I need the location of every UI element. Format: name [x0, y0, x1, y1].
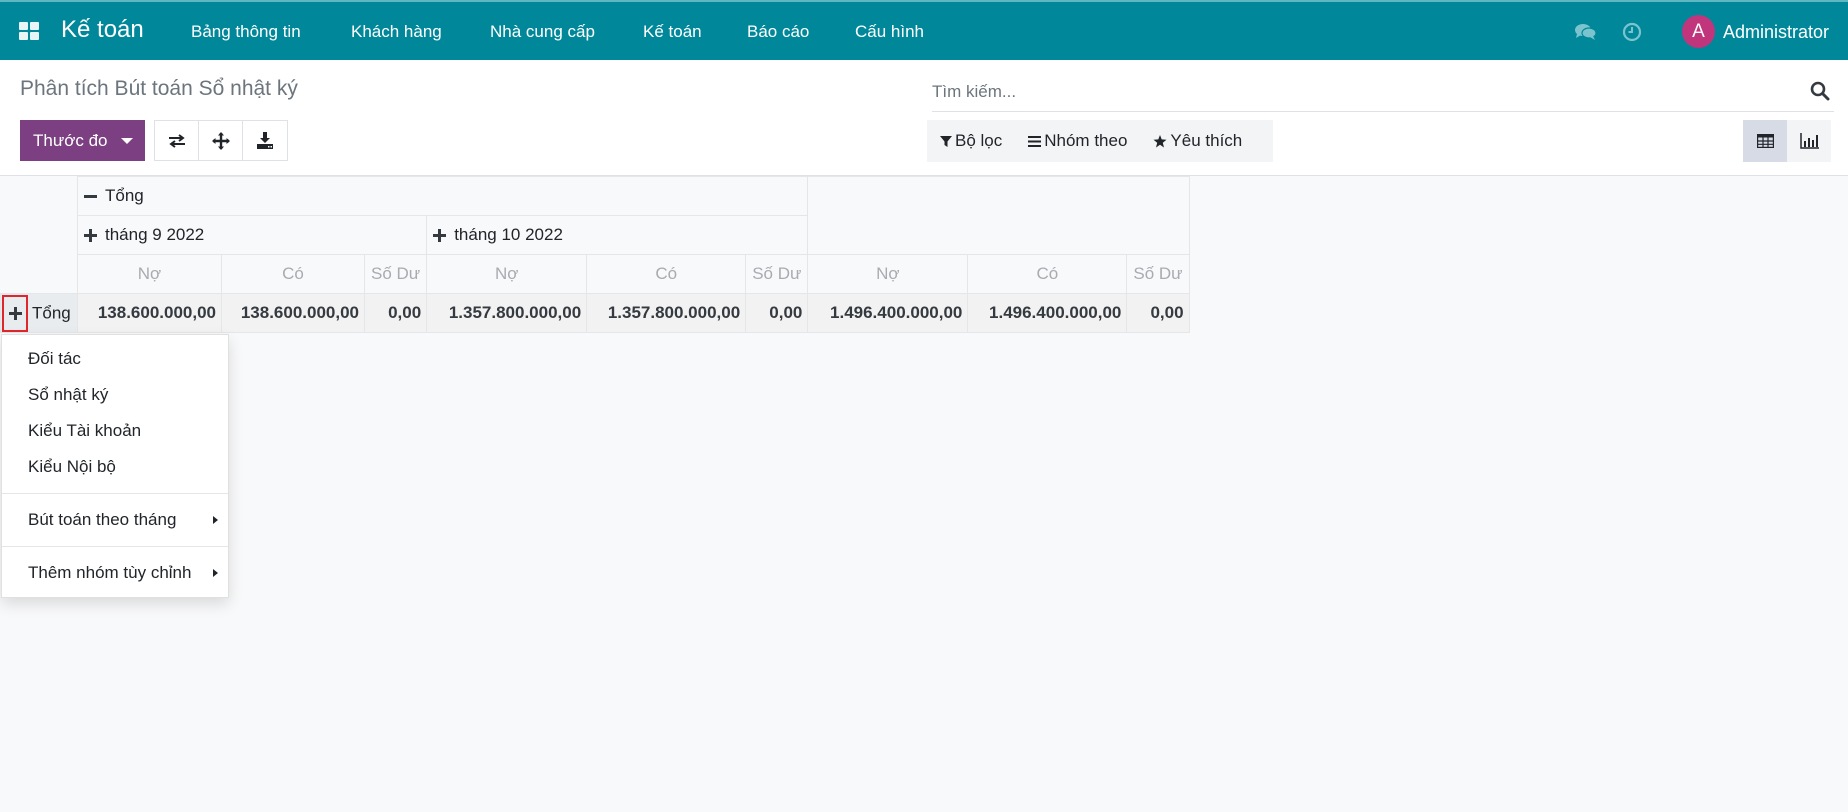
cell-value[interactable]: 138.600.000,00 — [77, 293, 222, 333]
groupby-submenu-custom-label: Thêm nhóm tùy chỉnh — [28, 563, 192, 582]
cell-value[interactable]: 1.496.400.000,00 — [807, 293, 969, 333]
flip-axis-button[interactable] — [155, 121, 199, 160]
groupby-submenu-custom[interactable]: Thêm nhóm tùy chỉnh — [2, 555, 228, 591]
measure-header-credit[interactable]: Có — [967, 254, 1128, 294]
view-switcher — [1743, 120, 1831, 162]
groupby-option-journal[interactable]: Sổ nhật ký — [2, 377, 228, 413]
search-options: Bộ lọc Nhóm theo Yêu thích — [927, 120, 1273, 162]
row-header-label: Tổng — [32, 303, 71, 322]
nav-item-accounting[interactable]: Kế toán — [643, 22, 702, 42]
pivot-tools — [154, 120, 288, 161]
control-panel: Phân tích Bút toán Sổ nhật ký Thước đo T… — [0, 60, 1848, 176]
bar-chart-icon — [1799, 133, 1819, 149]
col-header-month[interactable]: tháng 10 2022 — [426, 215, 809, 255]
user-avatar[interactable]: A — [1682, 15, 1715, 48]
cell-value[interactable]: 1.357.800.000,00 — [426, 293, 588, 333]
top-navbar: Kế toán Bảng thông tin Khách hàng Nhà cu… — [0, 0, 1848, 60]
measure-header-debit[interactable]: Nợ — [807, 254, 969, 294]
expand-all-icon — [211, 131, 230, 150]
filter-dropdown[interactable]: Bộ lọc — [940, 131, 1002, 151]
table-row: Tổng 138.600.000,00 138.600.000,00 0,00 … — [0, 293, 1190, 333]
search-bar — [932, 72, 1834, 112]
pivot-table: Tổng tháng 9 2022 tháng 10 2022 Nợ Có Số… — [0, 176, 1190, 333]
flip-axis-icon — [168, 133, 185, 148]
nav-item-customers[interactable]: Khách hàng — [351, 22, 442, 42]
page-title: Phân tích Bút toán Sổ nhật ký — [20, 77, 298, 100]
cell-value[interactable]: 1.357.800.000,00 — [586, 293, 747, 333]
filter-icon — [940, 135, 952, 147]
total-col-header — [807, 176, 1190, 255]
groupby-option-account-type[interactable]: Kiểu Tài khoản — [2, 413, 228, 449]
groupby-dropdown[interactable]: Nhóm theo — [1028, 131, 1127, 151]
graph-view-button[interactable] — [1787, 120, 1831, 162]
row-expand-toggle[interactable] — [2, 294, 28, 332]
caret-right-icon — [213, 569, 218, 577]
search-input[interactable] — [932, 78, 1792, 106]
cell-value[interactable]: 1.496.400.000,00 — [967, 293, 1128, 333]
measures-dropdown-button[interactable]: Thước đo — [20, 120, 145, 161]
minus-icon — [84, 195, 97, 199]
groupby-label: Nhóm theo — [1044, 131, 1128, 150]
groupby-menu: Đối tác Sổ nhật ký Kiểu Tài khoản Kiểu N… — [1, 334, 229, 598]
groupby-option-partner[interactable]: Đối tác — [2, 341, 228, 377]
pivot-corner — [0, 176, 78, 294]
row-header-total[interactable]: Tổng — [0, 293, 78, 333]
search-icon[interactable] — [1810, 81, 1830, 106]
nav-item-dashboard[interactable]: Bảng thông tin — [191, 22, 301, 42]
expand-all-button[interactable] — [199, 121, 243, 160]
bars-icon — [1028, 135, 1042, 147]
measure-header-credit[interactable]: Có — [586, 254, 747, 294]
groupby-option-internal-type[interactable]: Kiểu Nội bộ — [2, 449, 228, 485]
download-icon — [257, 132, 273, 149]
cell-value[interactable]: 0,00 — [745, 293, 809, 333]
col-header-total-label: Tổng — [105, 186, 144, 205]
groupby-submenu-date-label: Bút toán theo tháng — [28, 510, 177, 529]
cell-value[interactable]: 0,00 — [363, 293, 428, 333]
star-icon — [1153, 134, 1167, 147]
plus-icon — [8, 306, 22, 320]
measure-header-balance[interactable]: Số Dư — [1126, 254, 1190, 294]
measure-header-credit[interactable]: Có — [221, 254, 365, 294]
pivot-view-button[interactable] — [1743, 120, 1787, 162]
groupby-submenu-date[interactable]: Bút toán theo tháng — [2, 502, 228, 538]
clock-icon[interactable] — [1622, 22, 1642, 47]
plus-icon — [433, 229, 447, 243]
measure-header-debit[interactable]: Nợ — [426, 254, 588, 294]
menu-divider — [2, 546, 228, 547]
filter-label: Bộ lọc — [955, 131, 1003, 150]
plus-icon — [84, 229, 97, 243]
user-menu[interactable]: Administrator — [1723, 22, 1829, 43]
measure-header-balance[interactable]: Số Dư — [363, 254, 428, 294]
caret-right-icon — [213, 516, 218, 524]
nav-item-configuration[interactable]: Cấu hình — [855, 22, 924, 42]
cell-value[interactable]: 0,00 — [1126, 293, 1190, 333]
measure-header-balance[interactable]: Số Dư — [745, 254, 809, 294]
favorites-label: Yêu thích — [1170, 131, 1243, 150]
cell-value[interactable]: 138.600.000,00 — [221, 293, 365, 333]
table-icon — [1756, 134, 1774, 148]
download-button[interactable] — [243, 121, 287, 160]
col-header-month-label: tháng 9 2022 — [105, 225, 205, 244]
col-header-total[interactable]: Tổng — [76, 176, 809, 216]
measures-label: Thước đo — [33, 130, 108, 150]
col-header-month-label: tháng 10 2022 — [454, 225, 563, 244]
nav-item-vendors[interactable]: Nhà cung cấp — [490, 22, 595, 42]
col-header-month[interactable]: tháng 9 2022 — [76, 215, 428, 255]
measure-header-debit[interactable]: Nợ — [77, 254, 222, 294]
chat-icon[interactable] — [1574, 22, 1598, 47]
menu-divider — [2, 493, 228, 494]
app-brand[interactable]: Kế toán — [61, 16, 144, 44]
apps-grid-icon[interactable] — [19, 22, 40, 41]
caret-down-icon — [121, 138, 133, 144]
favorites-dropdown[interactable]: Yêu thích — [1153, 131, 1242, 151]
nav-item-reporting[interactable]: Báo cáo — [747, 22, 809, 42]
